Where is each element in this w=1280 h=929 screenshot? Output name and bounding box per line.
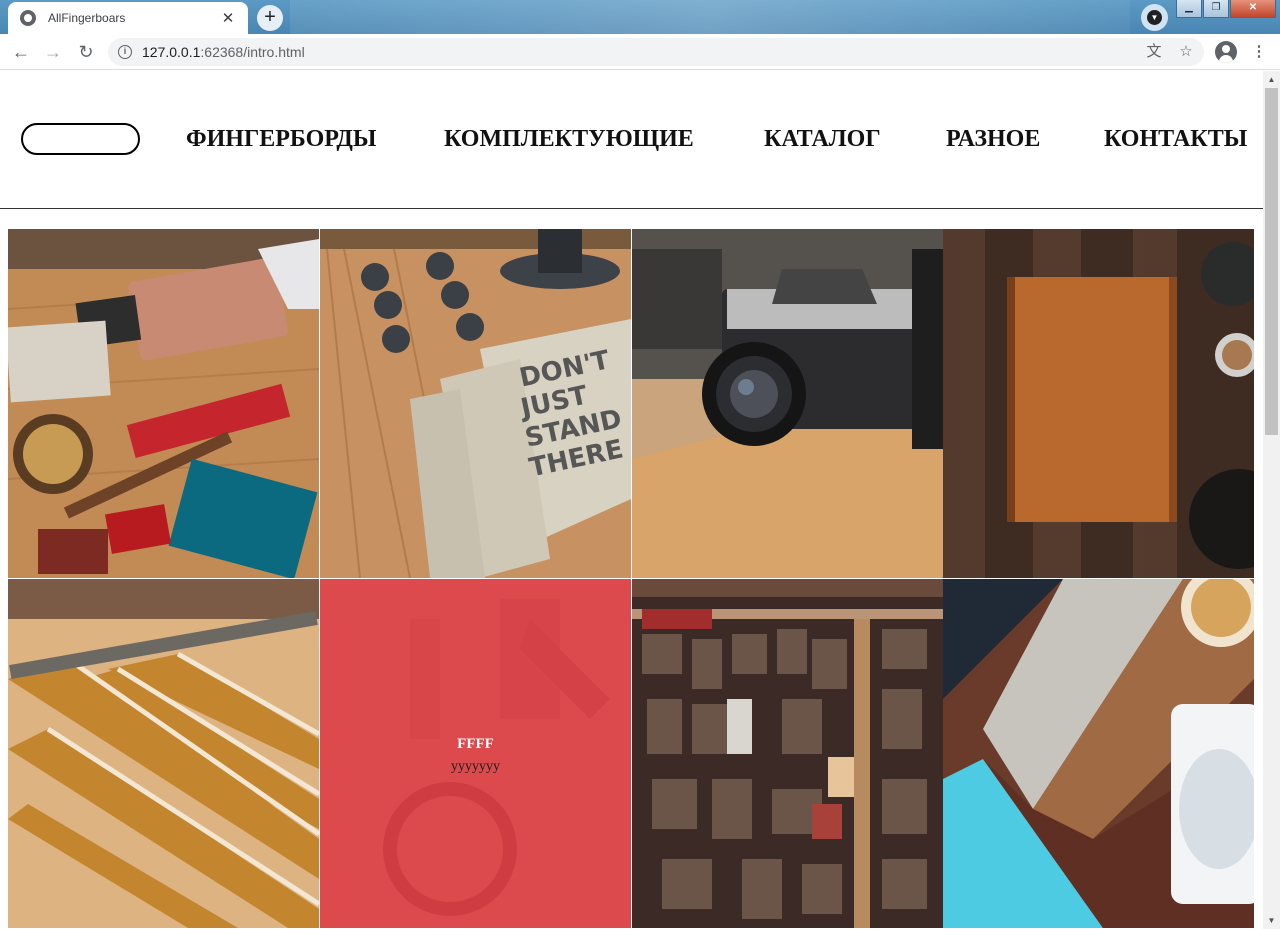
- gallery-tile-flatlay-crafts[interactable]: [8, 229, 319, 578]
- scroll-down-arrow-icon[interactable]: ▼: [1263, 912, 1280, 929]
- gallery-tile-coffee-table[interactable]: [943, 579, 1254, 928]
- tab-search-button[interactable]: ▼: [1141, 4, 1168, 31]
- window-controls: ▁ ❐ ✕: [1175, 0, 1276, 18]
- menu-icon[interactable]: ⋮: [1249, 42, 1269, 62]
- nav-item-components[interactable]: КОМПЛЕКТУЮЩИЕ: [444, 126, 694, 153]
- nav-item-contacts[interactable]: КОНТАКТЫ: [1104, 126, 1247, 153]
- account-icon[interactable]: [1215, 41, 1237, 63]
- overlay-heading: FFFF: [457, 736, 494, 752]
- translate-icon[interactable]: 文: [1144, 42, 1164, 62]
- gallery-tile-camera[interactable]: [632, 229, 943, 578]
- wooden-book-photo: [943, 229, 1254, 578]
- globe-icon: [20, 10, 36, 26]
- camera-photo: [632, 229, 943, 578]
- chevron-down-icon: ▼: [1147, 10, 1162, 25]
- browser-toolbar: ← → ↻ i 127.0.0.1:62368/intro.html 文 ☆ ⋮: [0, 34, 1280, 70]
- logo[interactable]: [21, 123, 140, 155]
- gallery-tile-tools[interactable]: FFFF yyyyyyy: [320, 579, 631, 928]
- photo-gallery: DON'T JUST STAND THERE FFFF yyyyyyy: [8, 229, 1254, 929]
- gallery-tile-notebooks[interactable]: DON'T JUST STAND THERE: [320, 229, 631, 578]
- gallery-tile-folding-rulers[interactable]: [8, 579, 319, 928]
- url-host: 127.0.0.1: [142, 44, 201, 60]
- url-text: 127.0.0.1:62368/intro.html: [142, 44, 305, 60]
- browser-titlebar: AllFingerboars ✕ + ▼ ▁ ❐ ✕: [0, 0, 1280, 34]
- site-header: ФИНГЕРБОРДЫ КОМПЛЕКТУЮЩИЕ КАТАЛОГ РАЗНОЕ…: [0, 71, 1263, 209]
- nav-item-catalog[interactable]: КАТАЛОГ: [764, 126, 881, 153]
- scroll-up-arrow-icon[interactable]: ▲: [1263, 71, 1280, 88]
- url-path: :62368/intro.html: [200, 44, 305, 60]
- wood-letters-photo: [632, 579, 943, 928]
- close-window-button[interactable]: ✕: [1230, 0, 1276, 18]
- minimize-button[interactable]: ▁: [1176, 0, 1202, 18]
- new-tab-button[interactable]: +: [257, 5, 283, 31]
- gallery-tile-wood-letters[interactable]: [632, 579, 943, 928]
- nav-item-fingerboards[interactable]: ФИНГЕРБОРДЫ: [186, 126, 376, 153]
- bookmark-star-icon[interactable]: ☆: [1176, 42, 1196, 62]
- rulers-photo: [8, 579, 319, 928]
- coffee-table-photo: [943, 579, 1254, 928]
- info-icon[interactable]: i: [118, 45, 132, 59]
- nav-item-misc[interactable]: РАЗНОЕ: [946, 126, 1040, 153]
- titlebar-background: [290, 0, 1130, 34]
- notebooks-photo: DON'T JUST STAND THERE: [320, 229, 631, 578]
- hover-overlay: FFFF yyyyyyy: [320, 579, 631, 928]
- address-bar[interactable]: i 127.0.0.1:62368/intro.html: [108, 38, 1204, 66]
- browser-tab[interactable]: AllFingerboars ✕: [8, 2, 248, 34]
- flatlay-photo: [8, 229, 319, 578]
- overlay-subtext: yyyyyyy: [451, 759, 500, 774]
- close-tab-icon[interactable]: ✕: [220, 9, 236, 27]
- reload-button[interactable]: ↻: [74, 40, 98, 64]
- vertical-scrollbar[interactable]: ▲ ▼: [1263, 71, 1280, 929]
- restore-button[interactable]: ❐: [1203, 0, 1229, 18]
- forward-button[interactable]: →: [41, 40, 65, 64]
- gallery-tile-wooden-book[interactable]: [943, 229, 1254, 578]
- scrollbar-thumb[interactable]: [1265, 88, 1278, 435]
- page-viewport: ФИНГЕРБОРДЫ КОМПЛЕКТУЮЩИЕ КАТАЛОГ РАЗНОЕ…: [0, 71, 1280, 929]
- back-button[interactable]: ←: [9, 40, 33, 64]
- tab-title: AllFingerboars: [48, 11, 126, 25]
